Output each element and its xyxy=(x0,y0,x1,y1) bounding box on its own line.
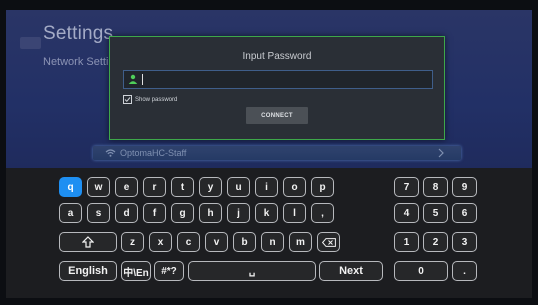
key-a[interactable]: a xyxy=(59,203,82,223)
network-ssid: OptomaHC-Staff xyxy=(120,148,187,158)
key-b[interactable]: b xyxy=(233,232,256,252)
numpad-key-1[interactable]: 1 xyxy=(394,232,419,252)
shift-up-icon xyxy=(82,236,94,248)
space-key[interactable]: ␣ xyxy=(188,261,316,281)
key-m[interactable]: m xyxy=(289,232,312,252)
key-x[interactable]: x xyxy=(149,232,172,252)
numpad-key-3[interactable]: 3 xyxy=(452,232,477,252)
numpad-key-9[interactable]: 9 xyxy=(452,177,477,197)
numpad-key-dot[interactable]: . xyxy=(452,261,477,281)
key-comma[interactable]: , xyxy=(311,203,334,223)
tv-screen: Settings Network Settings OptomaHC-Staff… xyxy=(0,0,538,305)
key-k[interactable]: k xyxy=(255,203,278,223)
key-v[interactable]: v xyxy=(205,232,228,252)
key-e[interactable]: e xyxy=(115,177,138,197)
numpad-key-8[interactable]: 8 xyxy=(423,177,448,197)
password-dialog: Input Password Show password CONNECT xyxy=(109,36,445,140)
key-l[interactable]: l xyxy=(283,203,306,223)
show-password-label: Show password xyxy=(135,96,178,103)
key-q[interactable]: q xyxy=(59,177,82,197)
key-g[interactable]: g xyxy=(171,203,194,223)
key-r[interactable]: r xyxy=(143,177,166,197)
text-cursor xyxy=(142,74,143,85)
network-list-item[interactable]: OptomaHC-Staff xyxy=(93,146,461,160)
numpad-key-0[interactable]: 0 xyxy=(394,261,448,281)
next-key[interactable]: Next xyxy=(319,261,383,281)
key-o[interactable]: o xyxy=(283,177,306,197)
key-f[interactable]: f xyxy=(143,203,166,223)
key-u[interactable]: u xyxy=(227,177,250,197)
key-n[interactable]: n xyxy=(261,232,284,252)
numpad-key-7[interactable]: 7 xyxy=(394,177,419,197)
key-j[interactable]: j xyxy=(227,203,250,223)
page-title: Settings xyxy=(43,23,114,44)
numpad-key-6[interactable]: 6 xyxy=(452,203,477,223)
key-s[interactable]: s xyxy=(87,203,110,223)
backspace-icon xyxy=(321,237,336,247)
settings-icon xyxy=(20,37,41,49)
key-t[interactable]: t xyxy=(171,177,194,197)
key-z[interactable]: z xyxy=(121,232,144,252)
key-p[interactable]: p xyxy=(311,177,334,197)
symbols-key[interactable]: #*? xyxy=(154,261,184,281)
password-input[interactable] xyxy=(123,70,433,89)
backspace-key[interactable] xyxy=(317,232,340,252)
numpad-key-2[interactable]: 2 xyxy=(423,232,448,252)
checkbox-icon[interactable] xyxy=(123,95,132,104)
show-password-checkbox[interactable]: Show password xyxy=(123,95,177,104)
shift-key[interactable] xyxy=(59,232,117,252)
key-i[interactable]: i xyxy=(255,177,278,197)
numpad-key-4[interactable]: 4 xyxy=(394,203,419,223)
key-y[interactable]: y xyxy=(199,177,222,197)
input-mode-key[interactable]: 中\En xyxy=(121,261,151,281)
connect-button[interactable]: CONNECT xyxy=(246,107,308,124)
dialog-title: Input Password xyxy=(242,51,312,62)
settings-menu-item[interactable]: Network Settings xyxy=(43,56,109,68)
key-h[interactable]: h xyxy=(199,203,222,223)
wifi-icon xyxy=(105,149,116,157)
key-w[interactable]: w xyxy=(87,177,110,197)
key-c[interactable]: c xyxy=(177,232,200,252)
user-icon xyxy=(128,74,138,84)
key-d[interactable]: d xyxy=(115,203,138,223)
language-key[interactable]: English xyxy=(59,261,117,281)
chevron-right-icon xyxy=(438,148,444,158)
numpad-key-5[interactable]: 5 xyxy=(423,203,448,223)
on-screen-keyboard: q w e r t y u i o p a s d f g h j k l, z x c v b n m English 中\En #*… xyxy=(6,168,532,298)
